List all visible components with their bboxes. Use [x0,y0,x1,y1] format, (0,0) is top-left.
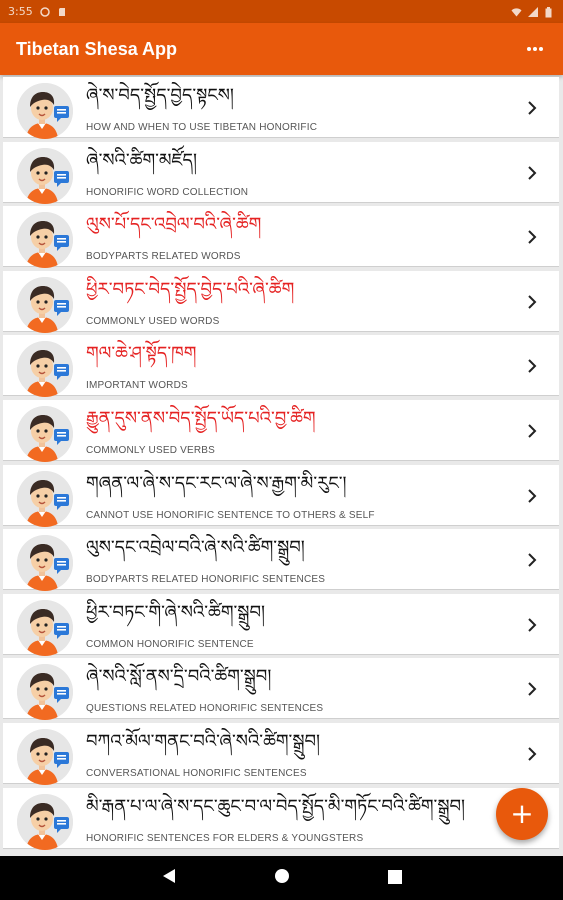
sdcard-icon [57,7,67,17]
item-subtitle: HONORIFIC SENTENCES FOR ELDERS & YOUNGST… [86,832,364,844]
chevron-right-icon [527,358,537,374]
home-nav-icon[interactable] [274,868,290,888]
plus-icon: + [510,797,534,830]
item-title: ཞེ་སའི་སློ་ནས་དྲི་བའི་ཚིག་སྒྲུབ། [86,666,272,688]
sync-icon [39,6,50,17]
avatar [17,147,73,204]
list-item[interactable]: ཞེ་ས་བེད་སྤྱོད་བྱེད་སྟངས། HOW AND WHEN T… [3,77,559,139]
item-subtitle: CANNOT USE HONORIFIC SENTENCE TO OTHERS … [86,509,375,521]
item-title: མི་རྒན་པ་ལ་ཞེ་ས་དང་ཆུང་བ་ལ་བེད་སྤྱོད་མི་… [86,795,466,817]
wifi-icon [511,7,522,17]
chevron-right-icon [527,681,537,697]
item-subtitle: COMMON HONORIFIC SENTENCE [86,638,254,650]
chevron-right-icon [527,617,537,632]
avatar [17,729,73,785]
list-item[interactable]: ལུས་དང་འབྲེལ་བའི་ཞེ་སའི་ཚིག་སྒྲུབ། BODYP… [3,529,559,592]
avatar [17,535,73,592]
item-title: ལུས་དང་འབྲེལ་བའི་ཞེ་སའི་ཚིག་སྒྲུབ། [86,537,305,559]
item-subtitle: COMMONLY USED WORDS [86,315,220,327]
status-bar: 3:55 [0,0,563,23]
chevron-right-icon [527,552,537,567]
avatar [17,406,73,462]
status-time: 3:55 [8,5,33,18]
item-subtitle: CONVERSATIONAL HONORIFIC SENTENCES [86,768,307,779]
avatar [17,341,73,398]
list-item[interactable]: རྒྱུན་དུས་ནས་བེད་སྤྱོད་ཡོད་པའི་བྱ་ཚིག CO… [3,400,559,462]
chevron-right-icon [527,165,537,180]
chevron-right-icon [527,746,537,761]
item-title: ཞེ་ས་བེད་སྤྱོད་བྱེད་སྟངས། [86,85,234,106]
avatar [17,83,73,139]
chevron-right-icon [527,423,537,438]
avatar [17,793,73,850]
battery-icon [545,6,555,17]
list-item[interactable]: ཞེ་སའི་སློ་ནས་དྲི་བའི་ཚིག་སྒྲུབ། QUESTIO… [3,658,559,721]
add-fab-button[interactable]: + [496,788,548,840]
avatar [17,276,73,333]
signal-icon [528,6,538,17]
item-subtitle: QUESTIONS RELATED HONORIFIC SENTENCES [86,703,324,715]
list-item[interactable]: གལ་ཆེ་ཤ་སྟོད་ཁག IMPORTANT WORDS [3,335,559,398]
list-item[interactable]: ཕྱིར་བཏང་གི་ཞེ་སའི་ཚིག་སྒྲུབ། COMMON HON… [3,593,559,656]
item-title: ཕྱིར་བཏང་བེད་སྤྱོད་བྱེད་པའི་ཞེ་ཚིག [86,278,295,300]
item-subtitle: HOW AND WHEN TO USE TIBETAN HONORIFIC [86,122,318,133]
chevron-right-icon [527,229,537,244]
list-item[interactable]: གཞན་ལ་ཞེ་ས་དང་རང་ལ་ཞེ་ས་རྒྱག་མི་རུང་། CA… [3,464,559,527]
list-item[interactable]: བཀའ་མོལ་གནང་བའི་ཞེ་སའི་ཚིག་སྒྲུབ། CONVER… [3,723,559,785]
avatar [17,470,73,527]
item-subtitle: HONORIFIC WORD COLLECTION [86,186,249,198]
list-item[interactable]: ཕྱིར་བཏང་བེད་སྤྱོད་བྱེད་པའི་ཞེ་ཚིག COMMO… [3,270,559,333]
system-nav-bar [0,856,563,900]
chevron-right-icon [527,294,537,309]
back-nav-icon[interactable] [162,868,176,888]
item-title: ཕྱིར་བཏང་གི་ཞེ་སའི་ཚིག་སྒྲུབ། [86,601,265,623]
item-subtitle: IMPORTANT WORDS [86,380,188,392]
item-title: ལུས་པོ་དང་འབྲེལ་བའི་ཞེ་ཚིག [86,214,262,236]
app-title: Tibetan Shesa App [16,38,178,59]
chevron-right-icon [527,488,537,503]
item-title: གཞན་ལ་ཞེ་ས་དང་རང་ལ་ཞེ་ས་རྒྱག་མི་རུང་། [86,472,347,494]
more-options-icon[interactable] [523,37,547,61]
item-title: ཞེ་སའི་ཚིག་མཛོད། [86,149,197,171]
item-subtitle: BODYPARTS RELATED HONORIFIC SENTENCES [86,574,326,586]
item-title: བཀའ་མོལ་གནང་བའི་ཞེ་སའི་ཚིག་སྒྲུབ། [86,731,321,752]
app-bar: Tibetan Shesa App [0,23,563,75]
avatar [17,664,73,721]
item-title: གལ་ཆེ་ཤ་སྟོད་ཁག [86,343,197,365]
list-item[interactable]: ཞེ་སའི་ཚིག་མཛོད། HONORIFIC WORD COLLECTI… [3,141,559,204]
item-subtitle: COMMONLY USED VERBS [86,445,216,456]
item-subtitle: BODYPARTS RELATED WORDS [86,251,241,263]
chevron-right-icon [527,100,537,115]
avatar [17,599,73,656]
item-title: རྒྱུན་དུས་ནས་བེད་སྤྱོད་ཡོད་པའི་བྱ་ཚིག [86,408,316,429]
recents-nav-icon[interactable] [387,869,402,888]
list-item[interactable]: ལུས་པོ་དང་འབྲེལ་བའི་ཞེ་ཚིག BODYPARTS REL… [3,206,559,269]
list-item[interactable]: མི་རྒན་པ་ལ་ཞེ་ས་དང་ཆུང་བ་ལ་བེད་སྤྱོད་མི་… [3,787,559,850]
avatar [17,212,73,269]
